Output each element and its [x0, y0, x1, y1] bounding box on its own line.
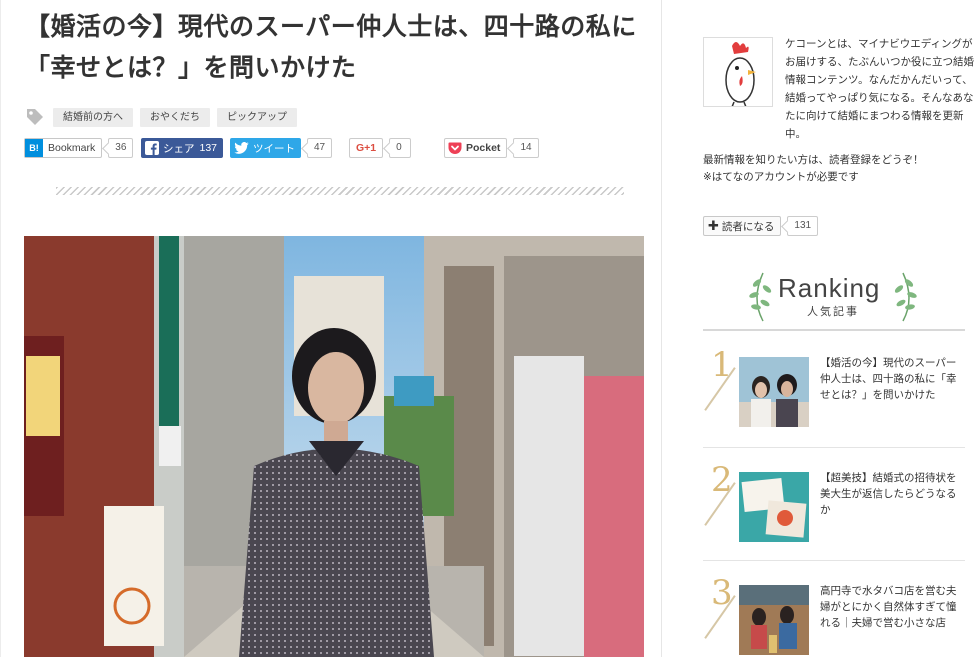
subscriber-count: 131: [787, 216, 819, 236]
hatena-icon: B!: [25, 139, 43, 157]
chicken-mascot-icon: [704, 38, 772, 106]
twitter-count: 47: [307, 138, 333, 158]
ranking-subtitle: 人気記事: [807, 305, 859, 318]
blog-avatar[interactable]: [703, 37, 773, 107]
tweet-button[interactable]: ツイート: [230, 138, 301, 158]
facebook-count: 137: [199, 142, 218, 154]
ranking-header: Ranking 人気記事: [703, 263, 963, 329]
twitter-share-group: ツイート 47: [230, 138, 333, 158]
facebook-share-group: シェア 137: [141, 138, 224, 158]
facebook-label: シェア: [163, 142, 195, 155]
subscribe-notice-line: 最新情報を知りたい方は、読者登録をどうぞ！: [703, 154, 924, 166]
hatena-count: 36: [108, 138, 134, 158]
divider-hatch: [56, 187, 624, 195]
ranking-separator: [703, 560, 965, 561]
ranking-thumbnail[interactable]: [739, 357, 809, 427]
pocket-count: 14: [513, 138, 539, 158]
ranking-thumbnail[interactable]: [739, 585, 809, 655]
subscribe-group: ✚ 読者になる 131: [703, 216, 819, 236]
googleplus-group: G+1 0: [349, 138, 412, 158]
twitter-label: ツイート: [253, 142, 295, 155]
ranking-item[interactable]: 3 高円寺で水タバコ店を営む夫婦がとにかく自然体すぎて憧れる｜夫婦で営む小さな店: [703, 573, 965, 657]
facebook-icon: [145, 141, 159, 155]
rank-number: 3: [711, 573, 733, 613]
ranking-divider: [703, 329, 965, 331]
subscribe-label: 読者になる: [721, 220, 775, 233]
tag-link[interactable]: 結婚前の方へ: [53, 107, 133, 127]
tag-link[interactable]: ピックアップ: [217, 107, 297, 127]
article-hero-image: [24, 236, 644, 657]
ranking-item-title[interactable]: 高円寺で水タバコ店を営む夫婦がとにかく自然体すぎて憧れる｜夫婦で営む小さな店: [820, 583, 960, 631]
twitter-bird-icon: [234, 142, 249, 154]
plus-icon: ✚: [708, 218, 719, 234]
tag-list: 結婚前の方へ おやくだち ピックアップ: [25, 107, 304, 127]
ranking-item[interactable]: 1 【婚活の今】現代のスーパー仲人士は、四十路の私に「幸せとは？」を問いかけた: [703, 345, 965, 448]
ranking-item-title[interactable]: 【婚活の今】現代のスーパー仲人士は、四十路の私に「幸せとは？」を問いかけた: [820, 355, 960, 403]
sidebar: ケコーンとは、マイナビウエディングがお届けする、たぶんいつか役に立つ結婚情報コン…: [663, 0, 976, 657]
tag-icon: [25, 107, 45, 127]
article-column: 【婚活の今】現代のスーパー仲人士は、四十路の私に「幸せとは？」を問いかけた 結婚…: [0, 0, 662, 657]
pocket-button[interactable]: Pocket: [444, 138, 508, 158]
subscribe-notice: 最新情報を知りたい方は、読者登録をどうぞ！ ※はてなのアカウントが必要です: [703, 152, 963, 186]
rank-number: 2: [711, 460, 733, 500]
hatena-bookmark-group: B! Bookmark 36: [24, 138, 134, 158]
ranking-item-title[interactable]: 【超美技】結婚式の招待状を美大生が返信したらどうなるか: [820, 470, 960, 518]
ranking-item[interactable]: 2 【超美技】結婚式の招待状を美大生が返信したらどうなるか: [703, 460, 965, 561]
ranking-thumbnail[interactable]: [739, 472, 809, 542]
ranking-title: Ranking: [778, 273, 881, 303]
pocket-label: Pocket: [466, 142, 501, 154]
hatena-label: Bookmark: [48, 142, 96, 154]
googleplus-count: 0: [389, 138, 412, 158]
share-bar: B! Bookmark 36 シェア 137 ツイート 47 G+1 0 Poc…: [24, 138, 624, 158]
pocket-group: Pocket 14: [444, 138, 539, 158]
hatena-bookmark-button[interactable]: B! Bookmark: [24, 138, 103, 158]
article-title[interactable]: 【婚活の今】現代のスーパー仲人士は、四十路の私に「幸せとは？」を問いかけた: [25, 6, 645, 88]
ranking-separator: [703, 447, 965, 448]
googleplus-button[interactable]: G+1: [349, 138, 384, 158]
subscribe-button[interactable]: ✚ 読者になる: [703, 216, 782, 236]
facebook-share-button[interactable]: シェア 137: [141, 138, 224, 158]
blog-description: ケコーンとは、マイナビウエディングがお届けする、たぶんいつか役に立つ結婚情報コン…: [785, 38, 974, 140]
account-required-note: ※はてなのアカウントが必要です: [703, 171, 859, 183]
rank-number: 1: [711, 345, 733, 385]
pocket-icon: [448, 142, 462, 155]
tag-link[interactable]: おやくだち: [140, 107, 210, 127]
